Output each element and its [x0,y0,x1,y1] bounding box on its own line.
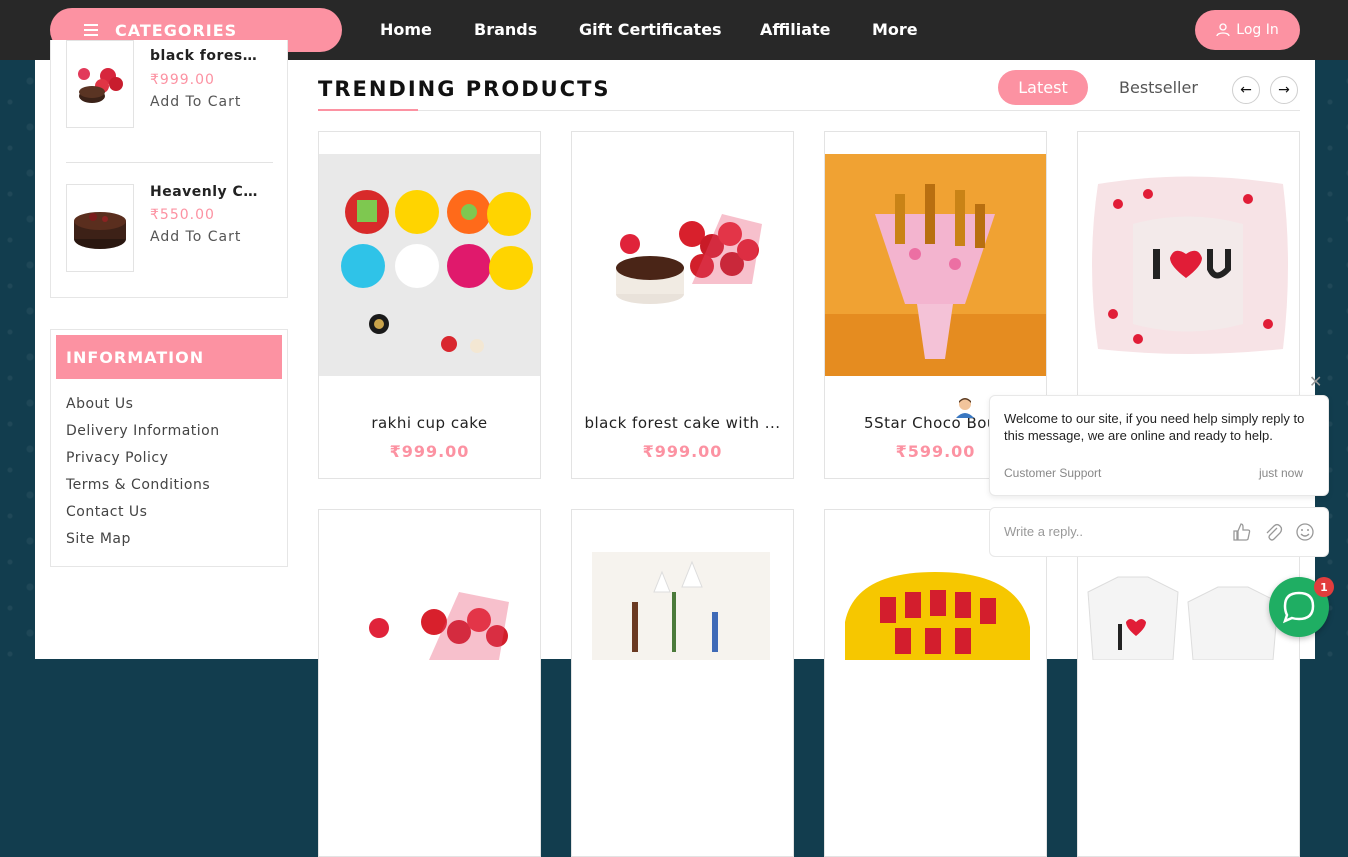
close-icon[interactable]: ✕ [1309,372,1322,391]
product-card[interactable]: black forest cake with ... ₹999.00 [571,131,794,479]
product-image[interactable] [825,154,1046,376]
product-image[interactable] [572,154,793,376]
cake-roses-image [572,154,793,376]
product-thumbnail[interactable] [66,184,134,272]
product-thumbnail[interactable] [66,40,134,128]
sidebar-product-price: ₹550.00 [150,207,215,223]
user-icon [1216,23,1230,37]
product-name[interactable]: black forest cake with ... [582,414,783,432]
link-about-us[interactable]: About Us [66,396,133,412]
sidebar-product-name[interactable]: Heavenly Ch... [150,184,260,200]
love-pillow-image [1078,154,1299,376]
sidebar-product-price: ₹999.00 [150,72,215,88]
notification-badge: 1 [1314,577,1334,597]
agent-avatar-icon [956,398,974,418]
link-contact-us[interactable]: Contact Us [66,504,147,520]
chat-sender: Customer Support [1004,466,1102,480]
product-card[interactable] [571,509,794,857]
chat-message-bubble: Welcome to our site, if you need help si… [989,395,1329,496]
tab-latest[interactable]: Latest [998,70,1088,105]
flowers-cake-image [78,68,123,103]
product-card[interactable] [1077,509,1300,857]
nav-home[interactable]: Home [380,20,432,39]
sidebar-product-name[interactable]: black forest ... [150,48,260,64]
nav-brands[interactable]: Brands [474,20,537,39]
product-image[interactable] [1078,154,1299,376]
link-delivery-information[interactable]: Delivery Information [66,423,220,439]
divider [318,110,1300,111]
nav-more[interactable]: More [872,20,918,39]
roses-bouquet-image [319,532,540,660]
attachment-icon[interactable] [1263,522,1283,542]
product-image[interactable] [319,154,540,376]
emoji-icon[interactable] [1295,522,1315,542]
product-card[interactable] [318,509,541,857]
product-image[interactable] [572,532,793,660]
divider [66,162,273,163]
information-box: INFORMATION About Us Delivery Informatio… [50,329,288,567]
link-privacy-policy[interactable]: Privacy Policy [66,450,168,466]
link-terms-conditions[interactable]: Terms & Conditions [66,477,210,493]
chocolate-bouquet-image [825,154,1046,376]
next-arrow-icon[interactable]: → [1270,76,1298,104]
product-name[interactable]: rakhi cup cake [329,414,530,432]
login-label: Log In [1236,22,1279,38]
categories-label: CATEGORIES [115,20,238,40]
information-title: INFORMATION [56,335,282,379]
chocolate-cake-image [74,212,126,249]
product-image[interactable] [319,532,540,660]
nav-affiliate[interactable]: Affiliate [760,20,831,39]
cupcakes-image [319,154,540,376]
prev-arrow-icon[interactable]: ← [1232,76,1260,104]
hamburger-icon [84,24,98,36]
login-button[interactable]: Log In [1195,10,1300,50]
add-to-cart-link[interactable]: Add To Cart [150,94,241,110]
product-price: ₹999.00 [389,442,470,461]
product-card[interactable] [824,509,1047,857]
chat-reply-placeholder[interactable]: Write a reply.. [1004,524,1083,539]
lily-chocolate-image [572,532,793,660]
chat-message-text: Welcome to our site, if you need help si… [1004,411,1305,443]
chat-timestamp: just now [1258,466,1303,480]
tab-bestseller[interactable]: Bestseller [1119,78,1198,97]
nav-gift-certificates[interactable]: Gift Certificates [579,20,722,39]
add-to-cart-link[interactable]: Add To Cart [150,229,241,245]
chat-reply-input[interactable]: Write a reply.. [989,507,1329,557]
thumbs-up-icon[interactable] [1232,522,1252,542]
link-site-map[interactable]: Site Map [66,531,131,547]
product-price: ₹999.00 [642,442,723,461]
title-underline [318,109,418,111]
section-title: TRENDING PRODUCTS [318,77,611,101]
product-card[interactable]: rakhi cup cake ₹999.00 [318,131,541,479]
sidebar-products-box: black forest ... ₹999.00 Add To Cart Hea… [50,40,288,298]
